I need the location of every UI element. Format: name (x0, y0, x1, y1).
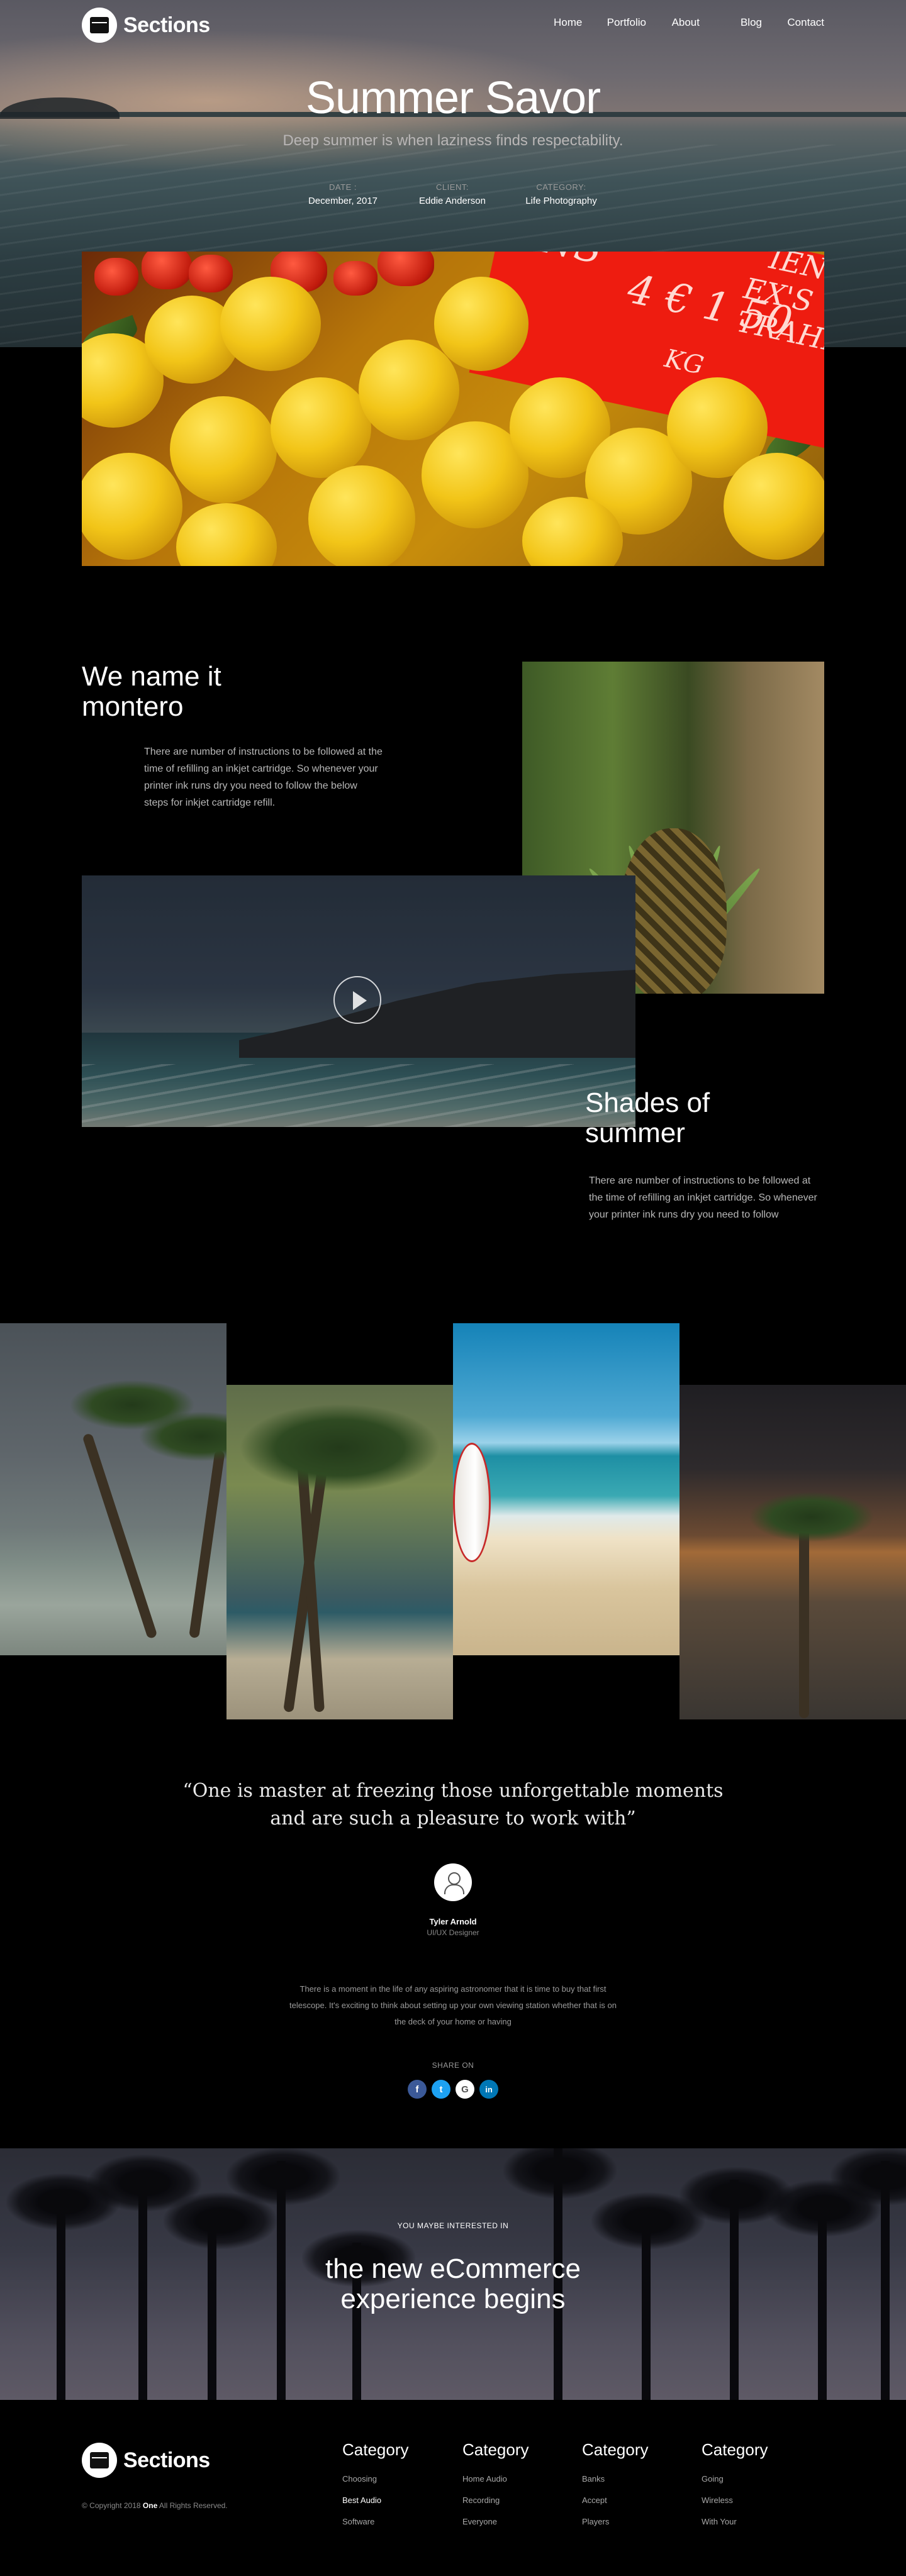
footer-column-1: Category Choosing Best Audio Software (342, 2440, 449, 2533)
testimonial-role: UI/UX Designer (427, 1928, 479, 1937)
meta-category-label: CATEGORY: (536, 182, 586, 192)
section-body-montero: There are number of instructions to be f… (144, 747, 383, 808)
quote-line-1: “One is master at freezing those unforge… (182, 1780, 724, 1802)
footer-column-1-title: Category (342, 2440, 409, 2459)
play-icon[interactable] (333, 976, 381, 1024)
section-title-montero: We name it montero (82, 662, 221, 721)
testimonial-body: There is a moment in the life of any asp… (0, 1981, 906, 2030)
sign-text-5: EX'S TRAHE (734, 270, 824, 360)
banner-title-line1: the new eCommerce (325, 2253, 581, 2284)
footer-link-active[interactable]: Best Audio (342, 2490, 449, 2511)
sign-text-1: ENS (507, 252, 607, 274)
promo-banner[interactable]: YOU MAYBE INTERESTED IN the new eCommerc… (0, 2148, 906, 2400)
gallery-photo-surf-beach[interactable] (453, 1323, 680, 1655)
footer-link[interactable]: Accept (582, 2490, 689, 2511)
nav-item-about[interactable]: About (646, 16, 700, 29)
section-body-shades: There are number of instructions to be f… (589, 1175, 817, 1220)
meta-client-label: CLIENT: (436, 182, 469, 192)
banner-eyebrow: YOU MAYBE INTERESTED IN (397, 2221, 509, 2230)
testimonial-name: Tyler Arnold (429, 1917, 477, 1926)
footer-link[interactable]: Choosing (342, 2468, 449, 2490)
footer-link[interactable]: Players (582, 2511, 689, 2533)
footer-column-2: Category Home Audio Recording Everyone (462, 2440, 569, 2533)
section-title-shades-line1: Shades of (585, 1087, 710, 1118)
meta-client: CLIENT: Eddie Anderson (389, 182, 515, 206)
nav-item-blog[interactable]: Blog (700, 16, 762, 29)
meta-date: DATE : December, 2017 (280, 182, 406, 206)
copyright: © Copyright 2018 One All Rights Reserved… (82, 2501, 228, 2510)
footer-link[interactable]: Banks (582, 2468, 689, 2490)
footer-link[interactable]: Recording (462, 2490, 569, 2511)
meta-category-value: Life Photography (525, 196, 597, 206)
footer-link[interactable]: Software (342, 2511, 449, 2533)
brand-logo[interactable]: Sections (82, 8, 210, 43)
share-icons: f t G in (403, 2080, 503, 2099)
section-title-montero-line1: We name it (82, 661, 221, 692)
banner-title-line2: experience begins (340, 2284, 566, 2314)
brand-name: Sections (123, 13, 210, 37)
footer-column-2-title: Category (462, 2440, 529, 2459)
testimonial-body-line1: There is a moment in the life of any asp… (299, 1984, 607, 1994)
testimonial-quote: “One is master at freezing those unforge… (0, 1777, 906, 1833)
surfboard-icon (453, 1443, 491, 1562)
google-icon[interactable]: G (456, 2080, 474, 2099)
footer-link[interactable]: Everyone (462, 2511, 569, 2533)
copyright-brand: One (142, 2501, 158, 2510)
page-subtitle: Deep summer is when laziness finds respe… (282, 132, 624, 149)
copyright-suffix: All Rights Reserved. (159, 2501, 228, 2510)
footer-column-3-title: Category (582, 2440, 649, 2459)
video-player[interactable] (82, 875, 635, 1127)
footer-column-3: Category Banks Accept Players (582, 2440, 689, 2533)
testimonial-body-line3: the deck of your home or having (394, 2017, 512, 2026)
footer-link[interactable]: Home Audio (462, 2468, 569, 2490)
footer-link[interactable]: Wireless (702, 2490, 808, 2511)
twitter-icon[interactable]: t (432, 2080, 450, 2099)
nav-links: Home Portfolio About Blog Contact (554, 16, 824, 29)
meta-date-label: DATE : (329, 182, 357, 192)
nav-item-portfolio[interactable]: Portfolio (579, 16, 646, 29)
meta-category: CATEGORY: Life Photography (498, 182, 624, 206)
footer-link[interactable]: Going (702, 2468, 808, 2490)
section-title-shades: Shades of summer (585, 1088, 710, 1148)
gallery-photo-tropical[interactable] (226, 1385, 453, 1719)
nav-item-contact[interactable]: Contact (762, 16, 824, 29)
meta-client-value: Eddie Anderson (419, 196, 486, 206)
gallery-photo-palm-beach[interactable] (0, 1323, 226, 1655)
logo-icon (82, 8, 117, 43)
page-title: Summer Savor (305, 73, 601, 123)
nav-item-home[interactable]: Home (554, 16, 582, 29)
testimonial-body-line2: telescope. It's exciting to think about … (289, 2001, 617, 2010)
linkedin-icon[interactable]: in (479, 2080, 498, 2099)
banner-title: the new eCommerce experience begins (0, 2254, 906, 2314)
copyright-prefix: © Copyright 2018 (82, 2501, 141, 2510)
footer-logo-icon (82, 2443, 117, 2478)
footer-brand-name: Sections (123, 2448, 210, 2472)
meta-date-value: December, 2017 (308, 196, 378, 206)
top-nav: Sections Home Portfolio About Blog Conta… (82, 8, 824, 43)
section-title-shades-line2: summer (585, 1117, 685, 1148)
footer-logo[interactable]: Sections (82, 2443, 210, 2478)
footer-column-4-title: Category (702, 2440, 768, 2459)
facebook-icon[interactable]: f (408, 2080, 427, 2099)
footer-link[interactable]: With Your (702, 2511, 808, 2533)
sign-text-3: KG (662, 344, 707, 380)
quote-line-2: and are such a pleasure to work with” (270, 1807, 636, 1829)
avatar (434, 1863, 472, 1901)
lemons-photo: ENS 4 € 1 50 KG IEN EX'S TRAHE (82, 252, 824, 566)
section-title-montero-line2: montero (82, 691, 184, 722)
gallery-photo-sunset-palm[interactable] (680, 1385, 906, 1719)
share-label: SHARE ON (432, 2061, 474, 2070)
footer-column-4: Category Going Wireless With Your (702, 2440, 808, 2533)
